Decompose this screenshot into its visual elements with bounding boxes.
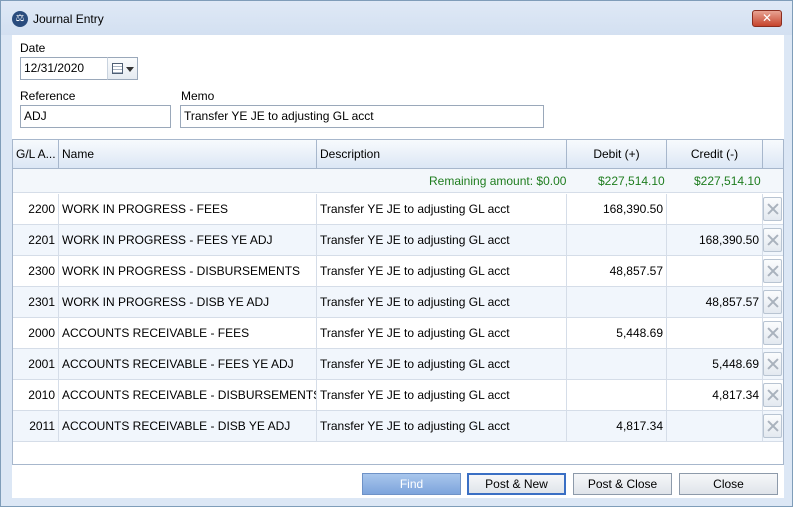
post-new-button[interactable]: Post & New xyxy=(467,473,566,495)
credit-total: $227,514.10 xyxy=(694,174,761,188)
description-cell[interactable]: Transfer YE JE to adjusting GL acct xyxy=(317,287,567,317)
reference-field[interactable]: ADJ xyxy=(20,105,171,128)
credit-cell[interactable] xyxy=(667,411,763,441)
window-title: Journal Entry xyxy=(33,12,104,26)
reference-label: Reference xyxy=(20,89,76,103)
column-header-name[interactable]: Name xyxy=(59,140,317,168)
credit-cell[interactable]: 4,817.34 xyxy=(667,380,763,410)
close-button[interactable]: Close xyxy=(679,473,778,495)
description-cell[interactable]: Transfer YE JE to adjusting GL acct xyxy=(317,256,567,286)
gl-account-cell[interactable]: 2000 xyxy=(13,318,59,348)
name-cell[interactable]: WORK IN PROGRESS - FEES YE ADJ xyxy=(59,225,317,255)
debit-total: $227,514.10 xyxy=(598,174,665,188)
credit-cell[interactable]: 5,448.69 xyxy=(667,349,763,379)
delete-row-button[interactable] xyxy=(763,321,782,345)
gl-account-cell[interactable]: 2010 xyxy=(13,380,59,410)
credit-cell[interactable]: 48,857.57 xyxy=(667,287,763,317)
table-row[interactable]: 2000 ACCOUNTS RECEIVABLE - FEES Transfer Y… xyxy=(13,318,783,349)
delete-row-button[interactable] xyxy=(763,414,782,438)
grid-header: G/L A... Name Description Debit (+) Cred… xyxy=(13,140,783,169)
date-field[interactable]: 12/31/2020 xyxy=(20,57,108,80)
name-cell[interactable]: ACCOUNTS RECEIVABLE - DISB YE ADJ xyxy=(59,411,317,441)
delete-row-button[interactable] xyxy=(763,259,782,283)
chevron-down-icon xyxy=(126,67,134,72)
journal-entry-window: ⚖ Journal Entry ✕ Date 12/31/2020 Refere… xyxy=(0,0,793,507)
table-row[interactable]: 2200 WORK IN PROGRESS - FEES Transfer YE J… xyxy=(13,194,783,225)
title-bar[interactable]: ⚖ Journal Entry ✕ xyxy=(1,1,792,35)
name-cell[interactable]: ACCOUNTS RECEIVABLE - DISBURSEMENTS xyxy=(59,380,317,410)
memo-label: Memo xyxy=(181,89,215,103)
description-cell[interactable]: Transfer YE JE to adjusting GL acct xyxy=(317,318,567,348)
table-row[interactable]: 2201 WORK IN PROGRESS - FEES YE ADJ Transf… xyxy=(13,225,783,256)
scales-icon: ⚖ xyxy=(12,11,28,27)
date-label: Date xyxy=(20,41,46,55)
name-cell[interactable]: WORK IN PROGRESS - FEES xyxy=(59,194,317,224)
debit-cell[interactable]: 5,448.69 xyxy=(567,318,667,348)
description-cell[interactable]: Transfer YE JE to adjusting GL acct xyxy=(317,349,567,379)
delete-row-button[interactable] xyxy=(763,383,782,407)
close-icon xyxy=(767,265,779,277)
post-close-button[interactable]: Post & Close xyxy=(573,473,672,495)
gl-account-cell[interactable]: 2001 xyxy=(13,349,59,379)
debit-cell[interactable] xyxy=(567,349,667,379)
gl-account-cell[interactable]: 2200 xyxy=(13,194,59,224)
description-cell[interactable]: Transfer YE JE to adjusting GL acct xyxy=(317,194,567,224)
table-row[interactable]: 2301 WORK IN PROGRESS - DISB YE ADJ Transf… xyxy=(13,287,783,318)
close-icon xyxy=(767,327,779,339)
table-row[interactable]: 2300 WORK IN PROGRESS - DISBURSEMENTS Tran… xyxy=(13,256,783,287)
credit-cell[interactable] xyxy=(667,256,763,286)
close-icon xyxy=(767,420,779,432)
column-header-credit[interactable]: Credit (-) xyxy=(667,140,763,168)
column-header-gl-account[interactable]: G/L A... xyxy=(13,140,59,168)
journal-grid: G/L A... Name Description Debit (+) Cred… xyxy=(12,139,784,465)
column-header-description[interactable]: Description xyxy=(317,140,567,168)
gl-account-cell[interactable]: 2301 xyxy=(13,287,59,317)
description-cell[interactable]: Transfer YE JE to adjusting GL acct xyxy=(317,411,567,441)
table-row[interactable]: 2011 ACCOUNTS RECEIVABLE - DISB YE ADJ Tra… xyxy=(13,411,783,442)
credit-cell[interactable] xyxy=(667,318,763,348)
name-cell[interactable]: WORK IN PROGRESS - DISB YE ADJ xyxy=(59,287,317,317)
credit-cell[interactable] xyxy=(667,194,763,224)
debit-cell[interactable]: 4,817.34 xyxy=(567,411,667,441)
close-icon xyxy=(767,234,779,246)
close-icon xyxy=(767,358,779,370)
name-cell[interactable]: ACCOUNTS RECEIVABLE - FEES YE ADJ xyxy=(59,349,317,379)
delete-row-button[interactable] xyxy=(763,290,782,314)
debit-cell[interactable] xyxy=(567,287,667,317)
description-cell[interactable]: Transfer YE JE to adjusting GL acct xyxy=(317,380,567,410)
close-icon xyxy=(767,389,779,401)
table-row[interactable]: 2010 ACCOUNTS RECEIVABLE - DISBURSEMENTS T… xyxy=(13,380,783,411)
name-cell[interactable]: WORK IN PROGRESS - DISBURSEMENTS xyxy=(59,256,317,286)
close-icon xyxy=(767,203,779,215)
delete-row-button[interactable] xyxy=(763,197,782,221)
memo-field[interactable]: Transfer YE JE to adjusting GL acct xyxy=(180,105,544,128)
gl-account-cell[interactable]: 2300 xyxy=(13,256,59,286)
column-header-debit[interactable]: Debit (+) xyxy=(567,140,667,168)
delete-row-button[interactable] xyxy=(763,352,782,376)
remaining-amount: Remaining amount: $0.00 xyxy=(429,174,567,188)
table-row[interactable]: 2001 ACCOUNTS RECEIVABLE - FEES YE ADJ Tra… xyxy=(13,349,783,380)
gl-account-cell[interactable]: 2011 xyxy=(13,411,59,441)
date-picker-button[interactable] xyxy=(107,57,138,80)
debit-cell[interactable]: 48,857.57 xyxy=(567,256,667,286)
summary-row: Remaining amount: $0.00 $227,514.10 $227… xyxy=(13,169,783,193)
dialog-body: Date 12/31/2020 Reference ADJ Memo Trans… xyxy=(12,35,784,498)
window-close-button[interactable]: ✕ xyxy=(752,10,782,27)
close-icon xyxy=(767,296,779,308)
debit-cell[interactable] xyxy=(567,225,667,255)
credit-cell[interactable]: 168,390.50 xyxy=(667,225,763,255)
calendar-icon xyxy=(112,63,123,74)
debit-cell[interactable]: 168,390.50 xyxy=(567,194,667,224)
find-button[interactable]: Find xyxy=(362,473,461,495)
name-cell[interactable]: ACCOUNTS RECEIVABLE - FEES xyxy=(59,318,317,348)
gl-account-cell[interactable]: 2201 xyxy=(13,225,59,255)
description-cell[interactable]: Transfer YE JE to adjusting GL acct xyxy=(317,225,567,255)
delete-row-button[interactable] xyxy=(763,228,782,252)
debit-cell[interactable] xyxy=(567,380,667,410)
